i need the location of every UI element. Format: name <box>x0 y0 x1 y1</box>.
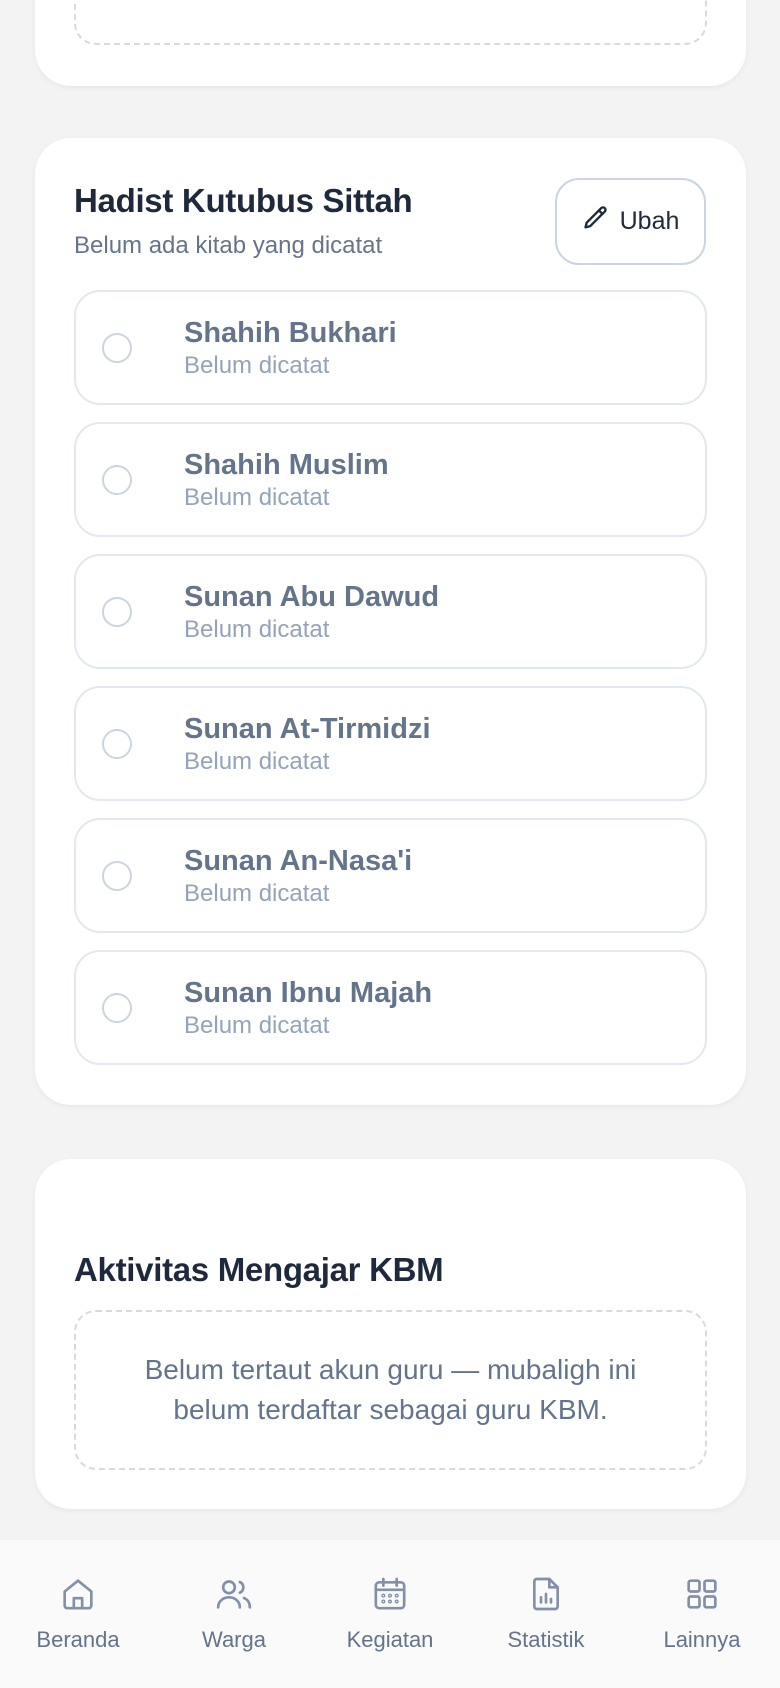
book-status: Belum dicatat <box>184 1011 330 1039</box>
radio-unchecked-icon[interactable] <box>102 728 132 759</box>
edit-button[interactable]: Ubah <box>555 178 706 265</box>
book-status: Belum dicatat <box>184 879 330 907</box>
users-icon <box>214 1574 254 1619</box>
radio-unchecked-icon[interactable] <box>102 596 132 627</box>
edit-button-label: Ubah <box>619 207 680 235</box>
book-item-shahih-muslim[interactable]: Shahih Muslim Belum dicatat <box>74 422 707 537</box>
home-icon <box>58 1574 98 1619</box>
report-icon <box>526 1574 566 1619</box>
nav-label: Beranda <box>36 1627 120 1652</box>
radio-unchecked-icon[interactable] <box>102 860 132 891</box>
kbm-title: Aktivitas Mengajar KBM <box>74 1251 444 1288</box>
nav-label: Kegiatan <box>346 1627 434 1652</box>
kbm-card: Aktivitas Mengajar KBM Belum tertaut aku… <box>35 1159 746 1509</box>
book-name: Shahih Bukhari <box>184 316 397 349</box>
hadist-card: Hadist Kutubus Sittah Belum ada kitab ya… <box>35 138 746 1105</box>
book-status: Belum dicatat <box>184 351 330 379</box>
radio-unchecked-icon[interactable] <box>102 992 132 1023</box>
book-item-sunan-ibnu-majah[interactable]: Sunan Ibnu Majah Belum dicatat <box>74 950 707 1065</box>
book-item-sunan-at-tirmidzi[interactable]: Sunan At-Tirmidzi Belum dicatat <box>74 686 707 801</box>
nav-item-kegiatan[interactable]: Kegiatan <box>325 1574 455 1653</box>
book-item-sunan-an-nasai[interactable]: Sunan An-Nasa'i Belum dicatat <box>74 818 707 933</box>
book-name: Sunan Ibnu Majah <box>184 976 433 1009</box>
nav-label: Warga <box>202 1627 266 1652</box>
bottom-navigation: Beranda Warga Kegiatan Statistik Lainnya <box>0 1540 780 1688</box>
book-name: Sunan An-Nasa'i <box>184 844 413 877</box>
previous-section-card <box>35 0 746 86</box>
nav-item-lainnya[interactable]: Lainnya <box>637 1574 767 1653</box>
nav-item-statistik[interactable]: Statistik <box>481 1574 611 1653</box>
calendar-icon <box>370 1574 410 1619</box>
nav-item-warga[interactable]: Warga <box>169 1574 299 1653</box>
book-name: Sunan Abu Dawud <box>184 580 440 613</box>
nav-label: Lainnya <box>663 1627 741 1652</box>
nav-label: Statistik <box>507 1627 585 1652</box>
kbm-empty-state: Belum tertaut akun guru — mubaligh ini b… <box>74 1310 707 1470</box>
book-status: Belum dicatat <box>184 747 330 775</box>
nav-item-beranda[interactable]: Beranda <box>13 1574 143 1653</box>
pencil-icon <box>582 204 610 239</box>
book-status: Belum dicatat <box>184 615 330 643</box>
book-status: Belum dicatat <box>184 483 330 511</box>
book-list: Shahih Bukhari Belum dicatat Shahih Musl… <box>74 290 707 1082</box>
radio-unchecked-icon[interactable] <box>102 332 132 363</box>
radio-unchecked-icon[interactable] <box>102 464 132 495</box>
page: Hadist Kutubus Sittah Belum ada kitab ya… <box>0 0 780 1688</box>
grid-icon <box>682 1574 722 1619</box>
book-item-sunan-abu-dawud[interactable]: Sunan Abu Dawud Belum dicatat <box>74 554 707 669</box>
hadist-title: Hadist Kutubus Sittah <box>74 182 413 219</box>
hadist-subtitle: Belum ada kitab yang dicatat <box>74 232 383 259</box>
book-item-shahih-bukhari[interactable]: Shahih Bukhari Belum dicatat <box>74 290 707 405</box>
book-name: Shahih Muslim <box>184 448 389 481</box>
previous-section-empty-box <box>74 0 707 45</box>
book-name: Sunan At-Tirmidzi <box>184 712 431 745</box>
